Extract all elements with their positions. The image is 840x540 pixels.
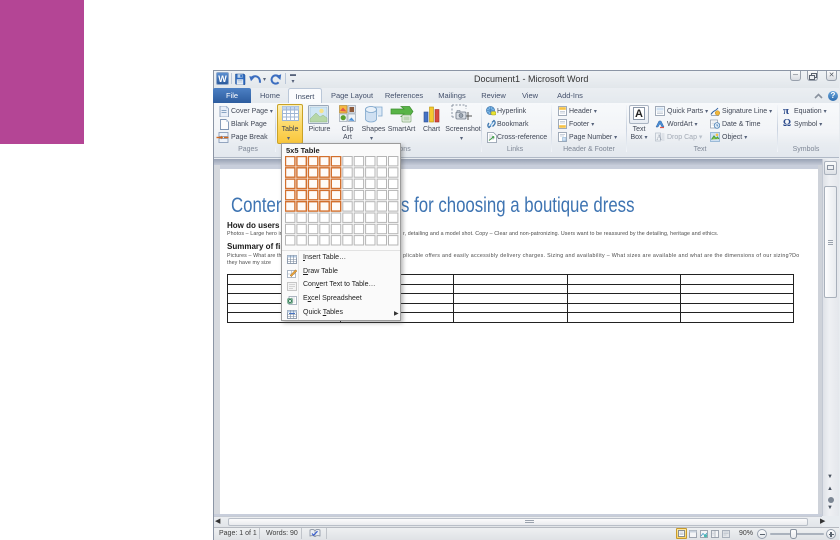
svg-text:A: A <box>656 133 662 142</box>
